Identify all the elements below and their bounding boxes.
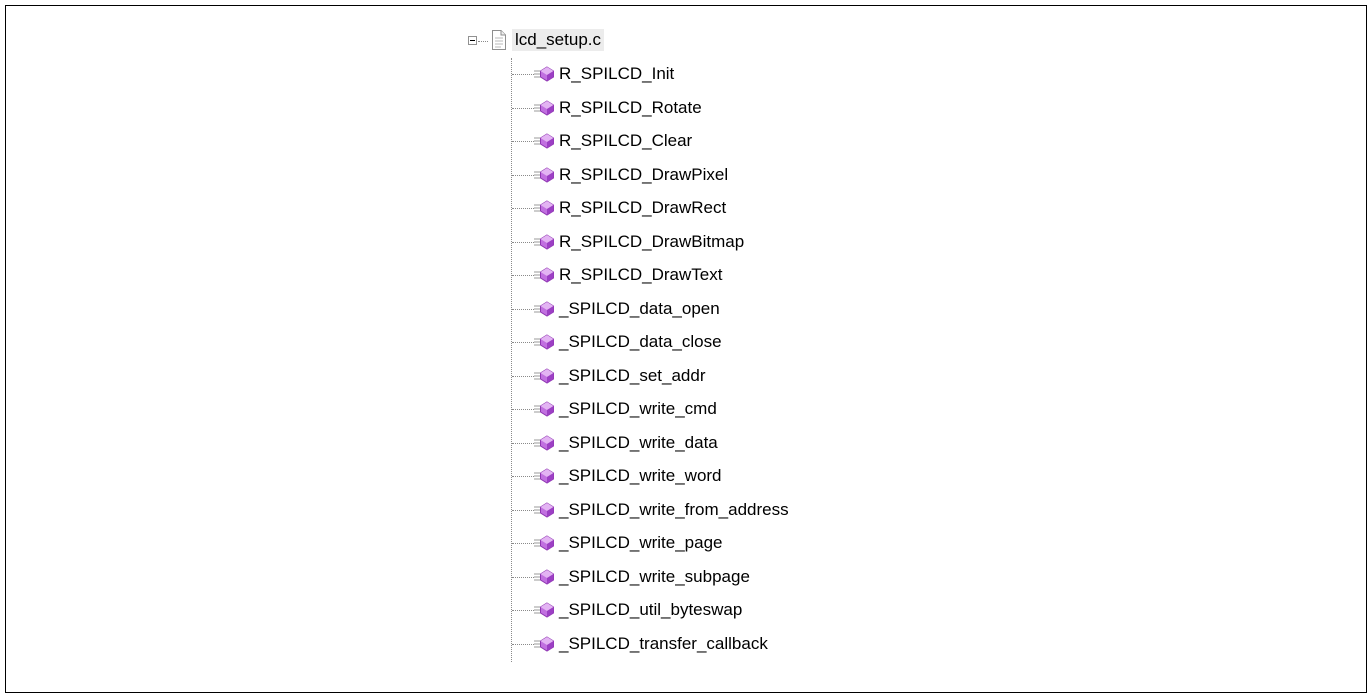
tree-connector — [512, 342, 534, 343]
tree-connector — [512, 107, 534, 109]
tree-item-label[interactable]: _SPILCD_write_from_address — [559, 499, 789, 521]
tree-item-spilcd-write-data[interactable]: _SPILCD_write_data — [511, 427, 986, 461]
function-member-icon — [534, 602, 554, 618]
function-member-icon — [534, 367, 554, 384]
tree-connector — [512, 241, 534, 243]
tree-item-label[interactable]: _SPILCD_data_close — [559, 331, 722, 353]
tree-connector — [512, 442, 534, 444]
tree-item-label[interactable]: R_SPILCD_DrawPixel — [559, 164, 728, 186]
function-member-icon — [534, 200, 554, 216]
tree-item-r-spilcd-drawrect[interactable]: R_SPILCD_DrawRect — [511, 192, 986, 226]
tree-item-label[interactable]: R_SPILCD_DrawText — [559, 264, 722, 286]
function-member-icon — [534, 300, 554, 317]
function-member-icon — [534, 233, 554, 250]
tree-connector — [512, 610, 534, 611]
tree-item-label[interactable]: _SPILCD_write_word — [559, 465, 722, 487]
function-member-icon — [534, 401, 554, 417]
source-file-icon — [492, 30, 506, 50]
tree-item-label[interactable]: _SPILCD_write_subpage — [559, 566, 750, 588]
tree-connector — [478, 41, 488, 42]
tree-item-spilcd-util-byteswap[interactable]: _SPILCD_util_byteswap — [511, 594, 986, 628]
tree-item-label[interactable]: _SPILCD_write_cmd — [559, 398, 717, 420]
function-member-icon — [534, 166, 554, 183]
tree-connector — [512, 543, 534, 544]
tree-view-panel: lcd_setup.c R_SPILCD_Init R_SPILCD_Rotat… — [5, 5, 1367, 693]
tree-item-label[interactable]: R_SPILCD_Clear — [559, 130, 692, 152]
tree-item-label[interactable]: R_SPILCD_Init — [559, 63, 674, 85]
function-member-icon — [534, 535, 554, 551]
function-member-icon — [534, 267, 554, 283]
tree-item-spilcd-write-from-address[interactable]: _SPILCD_write_from_address — [511, 494, 986, 528]
function-member-icon — [534, 99, 554, 116]
collapse-minus-icon[interactable] — [468, 36, 477, 45]
tree-connector — [512, 141, 534, 142]
function-member-icon — [534, 133, 554, 149]
tree-item-r-spilcd-clear[interactable]: R_SPILCD_Clear — [511, 125, 986, 159]
tree-item-r-spilcd-rotate[interactable]: R_SPILCD_Rotate — [511, 92, 986, 126]
tree-item-spilcd-write-word[interactable]: _SPILCD_write_word — [511, 460, 986, 494]
tree-connector — [512, 476, 534, 477]
function-member-icon — [534, 434, 554, 451]
tree-connector — [512, 409, 534, 410]
file-outline-tree: lcd_setup.c R_SPILCD_Init R_SPILCD_Rotat… — [466, 26, 986, 662]
tree-root-node[interactable]: lcd_setup.c — [466, 26, 986, 58]
tree-connector — [512, 208, 534, 209]
tree-connector — [512, 275, 534, 276]
tree-item-label[interactable]: _SPILCD_transfer_callback — [559, 633, 768, 655]
tree-item-label[interactable]: _SPILCD_util_byteswap — [559, 599, 742, 621]
function-member-icon — [534, 501, 554, 518]
function-member-icon — [534, 568, 554, 585]
function-member-icon — [534, 635, 554, 652]
function-member-icon — [534, 334, 554, 350]
tree-children: R_SPILCD_Init R_SPILCD_Rotate R_SPILCD_C… — [511, 58, 986, 662]
tree-connector — [512, 308, 534, 310]
tree-item-spilcd-transfer-callback[interactable]: _SPILCD_transfer_callback — [511, 628, 986, 662]
tree-item-spilcd-set-addr[interactable]: _SPILCD_set_addr — [511, 360, 986, 394]
tree-item-label[interactable]: R_SPILCD_DrawRect — [559, 197, 726, 219]
tree-item-r-spilcd-drawbitmap[interactable]: R_SPILCD_DrawBitmap — [511, 226, 986, 260]
tree-connector — [512, 74, 534, 75]
tree-connector — [512, 509, 534, 511]
function-member-icon — [534, 468, 554, 484]
tree-item-label[interactable]: _SPILCD_write_data — [559, 432, 718, 454]
function-member-icon — [534, 66, 554, 82]
tree-item-spilcd-write-page[interactable]: _SPILCD_write_page — [511, 527, 986, 561]
tree-item-spilcd-data-open[interactable]: _SPILCD_data_open — [511, 293, 986, 327]
tree-item-label[interactable]: R_SPILCD_DrawBitmap — [559, 231, 744, 253]
tree-item-label[interactable]: _SPILCD_set_addr — [559, 365, 705, 387]
file-name-label[interactable]: lcd_setup.c — [512, 29, 604, 51]
tree-item-label[interactable]: R_SPILCD_Rotate — [559, 97, 702, 119]
tree-item-r-spilcd-drawpixel[interactable]: R_SPILCD_DrawPixel — [511, 159, 986, 193]
tree-item-spilcd-data-close[interactable]: _SPILCD_data_close — [511, 326, 986, 360]
tree-item-r-spilcd-init[interactable]: R_SPILCD_Init — [511, 58, 986, 92]
tree-connector — [512, 643, 534, 645]
tree-connector — [512, 174, 534, 176]
tree-item-label[interactable]: _SPILCD_data_open — [559, 298, 720, 320]
tree-item-spilcd-write-cmd[interactable]: _SPILCD_write_cmd — [511, 393, 986, 427]
tree-item-label[interactable]: _SPILCD_write_page — [559, 532, 722, 554]
tree-item-r-spilcd-drawtext[interactable]: R_SPILCD_DrawText — [511, 259, 986, 293]
tree-item-spilcd-write-subpage[interactable]: _SPILCD_write_subpage — [511, 561, 986, 595]
tree-connector — [512, 375, 534, 377]
tree-connector — [512, 576, 534, 578]
